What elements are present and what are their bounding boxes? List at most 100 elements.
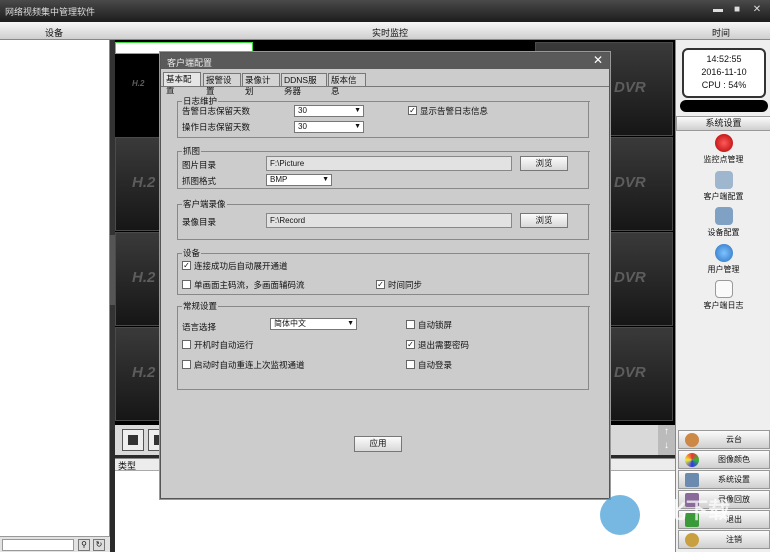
- ptz-icon: [685, 433, 699, 447]
- record-browse-button[interactable]: 浏览: [520, 213, 568, 228]
- tab-ddns-server[interactable]: DDNS服务器: [281, 73, 327, 96]
- show-alarm-checkbox[interactable]: ✓: [408, 106, 417, 115]
- reconnect-checkbox[interactable]: [182, 360, 191, 369]
- header-device-label: 设备: [45, 28, 64, 38]
- right-panel: 14:52:55 2016-11-10 CPU : 54% 系统设置 监控点管理…: [675, 40, 770, 552]
- ptz-button[interactable]: 云台: [678, 430, 770, 449]
- system-settings-button[interactable]: 系统设置: [678, 470, 770, 489]
- client-config-dialog: 客户端配置 ✕ 基本配置 报警设置 录像计划 DDNS服务器 版本信息 日志维护…: [160, 52, 610, 499]
- time-sync-checkbox[interactable]: ✓: [376, 280, 385, 289]
- device-tree-panel[interactable]: ⚲ ↻: [0, 40, 110, 552]
- autolock-checkbox[interactable]: [406, 320, 415, 329]
- group-title: 抓图: [182, 145, 202, 157]
- record-dir-input[interactable]: F:\Record: [266, 213, 512, 228]
- video-cell-label: H.2: [132, 174, 156, 191]
- dialog-title: 客户端配置: [167, 58, 213, 68]
- chevron-down-icon: ▼: [354, 107, 361, 114]
- device-config-icon: [714, 207, 733, 225]
- search-icon[interactable]: ⚲: [78, 539, 90, 551]
- video-cell-label: DVR: [614, 364, 646, 381]
- tab-record-schedule[interactable]: 录像计划: [242, 73, 280, 96]
- show-alarm-label: 显示告警日志信息: [420, 106, 489, 116]
- header-monitor-label: 实时监控: [372, 28, 409, 38]
- dialog-title-bar: 客户端配置 ✕: [161, 53, 609, 69]
- alarm-days-select[interactable]: 30 ▼: [294, 105, 364, 117]
- autostart-label: 开机时自动运行: [194, 340, 254, 350]
- video-cell-label: H.2: [132, 79, 145, 88]
- language-label: 语言选择: [182, 322, 217, 332]
- group-border: [178, 151, 590, 152]
- auto-expand-label: 连接成功后自动展开通道: [194, 261, 288, 271]
- capture-format-label: 抓图格式: [182, 176, 217, 186]
- client-config-item[interactable]: 客户端配置: [676, 171, 770, 202]
- watermark-logo-icon: [600, 495, 640, 535]
- video-cell-label: DVR: [614, 79, 646, 96]
- video-cell-label: DVR: [614, 174, 646, 191]
- auto-expand-checkbox[interactable]: ✓: [182, 261, 191, 270]
- group-title: 常规设置: [182, 300, 219, 312]
- chevron-down-icon: ▼: [354, 123, 361, 130]
- video-cell-label: H.2: [132, 269, 156, 286]
- user-manage-item[interactable]: 用户管理: [676, 244, 770, 275]
- record-icon: [714, 134, 733, 152]
- document-icon: [714, 280, 733, 298]
- app-title: 网络视频集中管理软件: [5, 7, 96, 17]
- picture-browse-button[interactable]: 浏览: [520, 156, 568, 171]
- tab-divider: [161, 86, 609, 87]
- user-icon: [714, 244, 733, 262]
- chevron-down-icon: ▼: [347, 320, 354, 327]
- op-days-label: 操作日志保留天数: [182, 122, 251, 132]
- group-title: 客户端录像: [182, 198, 227, 210]
- client-config-icon: [714, 171, 733, 189]
- tab-alarm-settings[interactable]: 报警设置: [203, 73, 241, 96]
- watermark: 优化下载: [600, 493, 730, 535]
- autologin-checkbox[interactable]: [406, 360, 415, 369]
- stream-checkbox[interactable]: [182, 280, 191, 289]
- group-border: [178, 101, 590, 102]
- minimize-button[interactable]: ▬: [711, 3, 725, 17]
- device-group: 设备 ✓ 连接成功后自动展开通道 单画面主码流，多画面辅码流 ✓ 时间同步: [177, 247, 590, 295]
- dialog-tabs: 基本配置 报警设置 录像计划 DDNS服务器 版本信息: [161, 72, 609, 96]
- square-icon: [128, 435, 138, 445]
- device-search-input[interactable]: [2, 539, 74, 551]
- exit-password-checkbox[interactable]: ✓: [406, 340, 415, 349]
- header-bar: 设备 实时监控 时间: [0, 22, 770, 40]
- language-select[interactable]: 简体中文 ▼: [270, 318, 357, 330]
- clock-date: 2016-11-10: [701, 67, 747, 77]
- capture-format-select[interactable]: BMP ▼: [266, 174, 332, 186]
- device-config-item[interactable]: 设备配置: [676, 207, 770, 238]
- cpu-usage: CPU : 54%: [701, 80, 747, 90]
- autostart-checkbox[interactable]: [182, 340, 191, 349]
- clock-display: 14:52:55 2016-11-10 CPU : 54%: [682, 48, 766, 98]
- scroll-arrows[interactable]: ↑ ↓: [658, 425, 675, 455]
- op-days-select[interactable]: 30 ▼: [294, 121, 364, 133]
- image-color-button[interactable]: 图像颜色: [678, 450, 770, 469]
- dialog-close-button[interactable]: ✕: [593, 54, 603, 67]
- general-settings-group: 常规设置 语言选择 简体中文 ▼ 开机时自动运行 启动时自动重连上次监视通道 自动…: [177, 300, 590, 390]
- alarm-days-label: 告警日志保留天数: [182, 106, 251, 116]
- log-maintenance-group: 日志维护 告警日志保留天数 30 ▼ 操作日志保留天数 30 ▼ ✓ 显示告警日志信…: [177, 95, 590, 138]
- clock-time: 14:52:55: [706, 54, 742, 64]
- autolock-label: 自动锁屏: [418, 320, 453, 330]
- client-log-item[interactable]: 客户端日志: [676, 280, 770, 311]
- refresh-icon[interactable]: ↻: [93, 539, 105, 551]
- monitor-point-manage-item[interactable]: 监控点管理: [676, 134, 770, 165]
- status-bar: [680, 100, 768, 112]
- color-wheel-icon: [685, 453, 699, 467]
- app-title-bar: 网络视频集中管理软件 ▬ ■ ✕: [0, 0, 770, 22]
- video-cell-label: DVR: [614, 269, 646, 286]
- reconnect-label: 启动时自动重连上次监视通道: [194, 360, 305, 370]
- apply-button[interactable]: 应用: [354, 436, 402, 452]
- tab-version-info[interactable]: 版本信息: [328, 73, 366, 96]
- logout-icon: [685, 533, 699, 547]
- system-settings-header[interactable]: 系统设置: [676, 116, 770, 131]
- header-time-label: 时间: [712, 28, 731, 38]
- tab-basic-config[interactable]: 基本配置: [163, 72, 201, 95]
- close-button[interactable]: ✕: [750, 3, 764, 17]
- logout-button[interactable]: 注销: [678, 530, 770, 549]
- maximize-button[interactable]: ■: [730, 3, 744, 17]
- picture-dir-input[interactable]: F:\Picture: [266, 156, 512, 171]
- single-view-button[interactable]: [122, 429, 144, 451]
- group-border: [178, 204, 590, 205]
- time-sync-label: 时间同步: [388, 280, 423, 290]
